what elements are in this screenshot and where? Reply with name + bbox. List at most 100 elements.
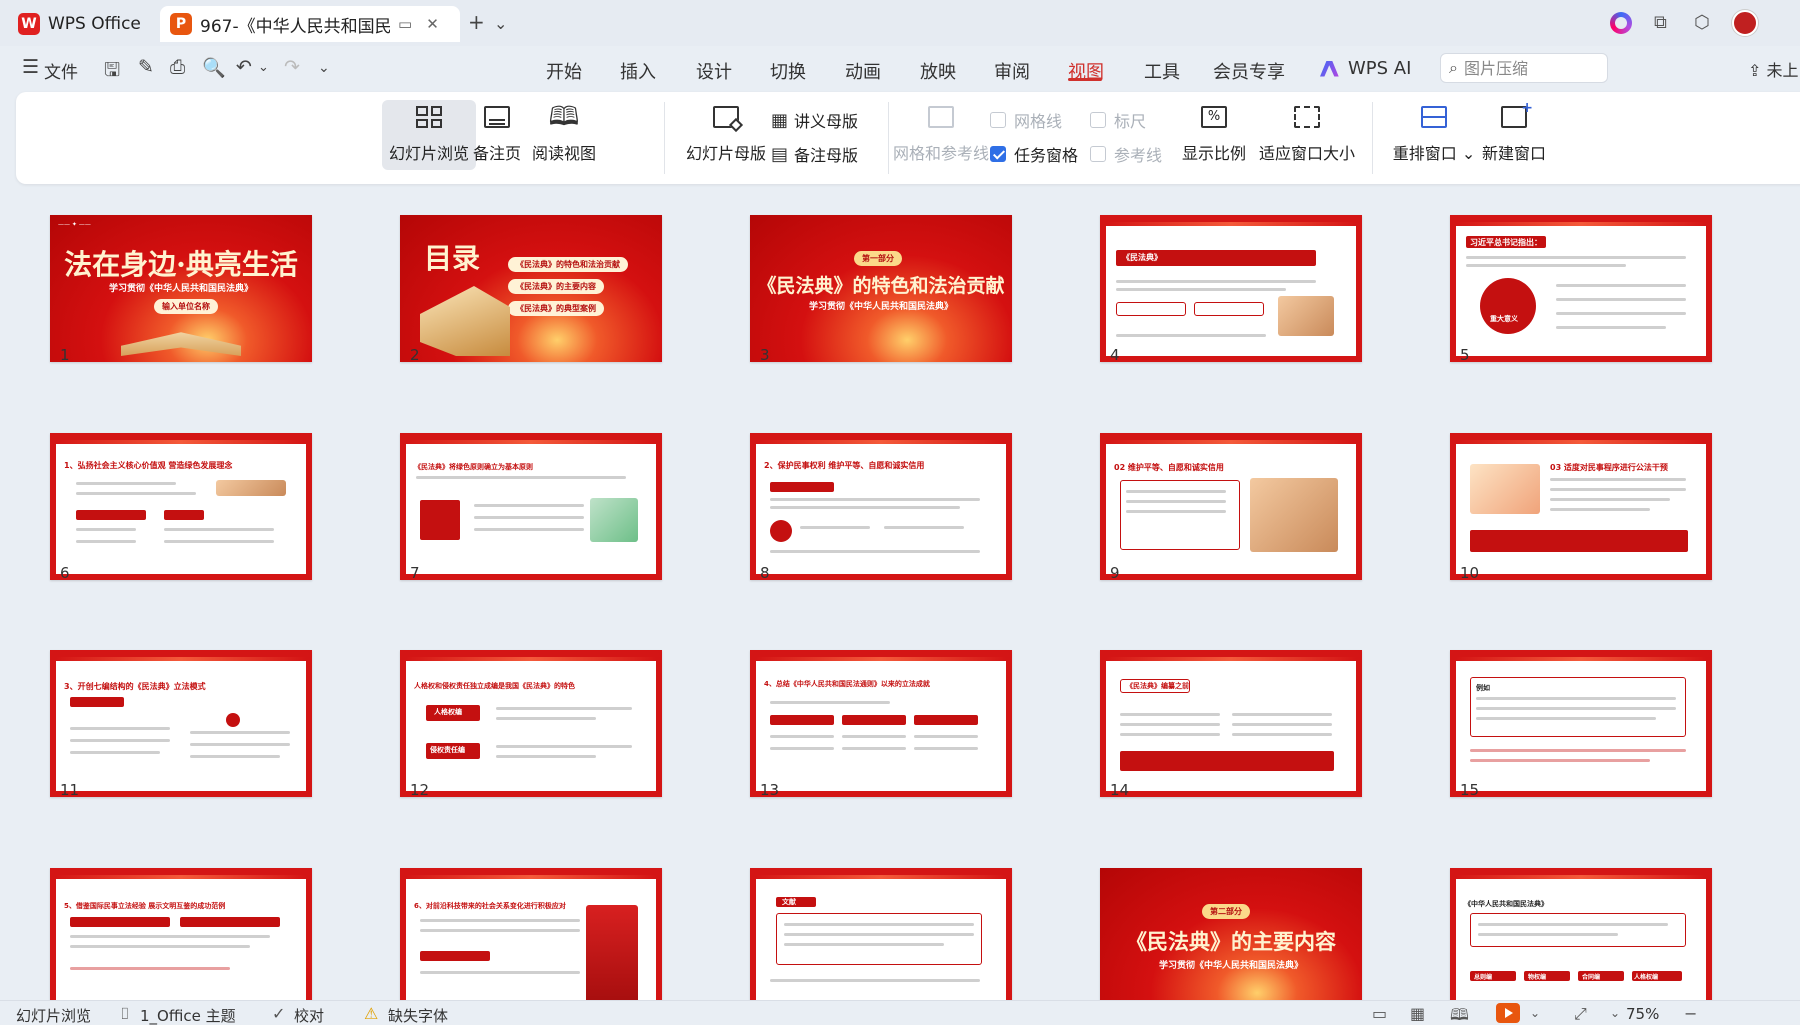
print-preview-icon[interactable]: 🔍: [202, 56, 226, 79]
slide-thumbnail-10[interactable]: 03 适度对民事程序进行公法干预: [1450, 433, 1712, 580]
ruler-check[interactable]: [1090, 112, 1106, 128]
gridlines-check[interactable]: [990, 112, 1006, 128]
tab-insert[interactable]: 插入: [620, 58, 656, 84]
play-dropdown-icon[interactable]: ⌄: [1530, 1006, 1540, 1020]
slide-thumbnail-6[interactable]: 1、弘扬社会主义核心价值观 营造绿色发展理念: [50, 433, 312, 580]
slide-sorter-status-icon[interactable]: ▦: [1410, 1004, 1425, 1023]
slide-thumbnail-19[interactable]: 第二部分 《民法典》的主要内容 学习贯彻《中华人民共和国民法典》: [1100, 868, 1362, 1000]
guides-checkbox[interactable]: 参考线: [1090, 142, 1162, 166]
zoom-out-icon[interactable]: −: [1684, 1004, 1697, 1023]
new-tab-button[interactable]: +: [468, 10, 485, 34]
hamburger-menu-icon[interactable]: ☰: [22, 56, 39, 78]
tab-slideshow[interactable]: 放映: [920, 58, 956, 84]
slide-thumbnail-5[interactable]: 习近平总书记指出： 重大意义: [1450, 215, 1712, 362]
quick-access-dropdown-icon[interactable]: ⌄: [318, 60, 330, 76]
missing-font-button[interactable]: 缺失字体: [388, 1005, 448, 1025]
grid-guides-button[interactable]: 网格和参考线: [886, 102, 996, 164]
slide-thumbnail-3[interactable]: 第一部分 《民法典》的特色和法治贡献 学习贯彻《中华人民共和国民法典》: [750, 215, 1012, 362]
task-pane-checkbox[interactable]: 任务窗格: [990, 142, 1078, 166]
slide-heading: 习近平总书记指出：: [1470, 238, 1542, 247]
zoom-level[interactable]: 75%: [1626, 1005, 1659, 1023]
notes-master-button[interactable]: ▤ 备注母版: [771, 142, 858, 166]
zoom-button[interactable]: % 显示比例: [1174, 102, 1254, 164]
tab-transition[interactable]: 切换: [770, 58, 806, 84]
wps-ai-logo-icon[interactable]: [1610, 12, 1632, 34]
tab-review[interactable]: 审阅: [994, 58, 1030, 84]
search-icon: ⌕: [1449, 58, 1458, 77]
view-mode-status: 幻灯片浏览: [16, 1007, 92, 1025]
slide-thumbnail-4[interactable]: 《民法典》: [1100, 215, 1362, 362]
slide-thumbnail-9[interactable]: 02 维护平等、自愿和诚实信用: [1100, 433, 1362, 580]
window-switch-icon[interactable]: ⧉: [1654, 12, 1667, 33]
tab-start[interactable]: 开始: [546, 58, 582, 84]
proof-button[interactable]: 校对: [294, 1005, 324, 1025]
tab-document[interactable]: P 967-《中华人民共和国民法典 ▭ ✕: [160, 6, 460, 42]
tab-list-dropdown-icon[interactable]: ⌄: [494, 14, 507, 33]
tab-member[interactable]: 会员专享: [1213, 58, 1285, 84]
slide-thumbnail-11[interactable]: 3、开创七编结构的《民法典》立法模式: [50, 650, 312, 797]
slide-thumbnail-8[interactable]: 2、保护民事权利 维护平等、自愿和诚实信用: [750, 433, 1012, 580]
zoom-dropdown-icon[interactable]: ⌄: [1610, 1006, 1620, 1020]
slide-pill: 输入单位名称: [154, 299, 218, 314]
slide-master-button[interactable]: 幻灯片母版: [681, 102, 771, 164]
slide-bar: [180, 917, 280, 927]
slide-number: 1: [60, 346, 70, 364]
slide-sorter-icon: [416, 106, 442, 128]
slide-bar: [70, 917, 170, 927]
tab-wps-home[interactable]: W WPS Office: [8, 6, 156, 42]
slide-thumbnail-17[interactable]: 6、对前沿科技带来的社会关系变化进行积极应对: [400, 868, 662, 1000]
slide-tag: —— ✦ ——: [58, 221, 91, 228]
slide-thumbnail-16[interactable]: 5、借鉴国际民事立法经验 展示文明互鉴的成功范例: [50, 868, 312, 1000]
tab-tools[interactable]: 工具: [1144, 58, 1180, 84]
slide-heading: 1、弘扬社会主义核心价值观 营造绿色发展理念: [64, 461, 233, 470]
monitor-icon[interactable]: ▭: [398, 15, 412, 33]
save-icon[interactable]: 🖫: [104, 56, 120, 88]
handout-master-button[interactable]: ▦ 讲义母版: [771, 108, 858, 132]
zoom-percent-icon: %: [1201, 106, 1227, 128]
slide-thumbnail-1[interactable]: —— ✦ —— 法在身边·典亮生活 学习贯彻《中华人民共和国民法典》 输入单位名…: [50, 215, 312, 362]
wps-ai-label: WPS AI: [1348, 58, 1412, 79]
slide-thumbnail-18[interactable]: 文献: [750, 868, 1012, 1000]
arrange-windows-button[interactable]: 重排窗口 ⌄: [1392, 102, 1476, 164]
ribbon-separator: [1372, 102, 1373, 174]
slide-heading: 4、总结《中华人民共和国民法通则》以来的立法成就: [764, 680, 930, 688]
cube-icon[interactable]: ⬡: [1694, 12, 1710, 33]
play-slideshow-button[interactable]: [1496, 1003, 1520, 1023]
ruler-checkbox[interactable]: 标尺: [1090, 108, 1146, 132]
slide-circle-label: 重大意义: [1490, 315, 1518, 323]
theme-status[interactable]: 1_Office 主题: [140, 1005, 236, 1025]
slide-thumbnail-20[interactable]: 《中华人民共和国民法典》 总则编 物权编 合同编 人格权编: [1450, 868, 1712, 1000]
new-window-button[interactable]: + 新建窗口: [1474, 100, 1554, 164]
normal-view-status-icon[interactable]: ▭: [1372, 1004, 1387, 1023]
slide-thumbnail-2[interactable]: 目录 《民法典》的特色和法治贡献 《民法典》的主要内容 《民法典》的典型案例: [400, 215, 662, 362]
slide-thumbnail-13[interactable]: 4、总结《中华人民共和国民法通则》以来的立法成就: [750, 650, 1012, 797]
user-avatar[interactable]: [1732, 10, 1758, 36]
tab-animation[interactable]: 动画: [845, 58, 881, 84]
slide-circle: [226, 713, 240, 727]
redo-icon[interactable]: ↷: [284, 56, 300, 78]
wps-logo-icon: W: [18, 13, 40, 35]
task-pane-check[interactable]: [990, 146, 1006, 162]
slide-thumbnail-7[interactable]: 《民法典》将绿色原则确立为基本原则: [400, 433, 662, 580]
undo-icon[interactable]: ↶: [236, 56, 252, 78]
slide-thumbnail-14[interactable]: 《民法典》编纂之前: [1100, 650, 1362, 797]
search-input[interactable]: [1463, 58, 1584, 78]
slide-thumbnail-15[interactable]: 例如: [1450, 650, 1712, 797]
slide-image: [216, 480, 286, 496]
slide-thumbnail-12[interactable]: 人格权和侵权责任独立成编是我国《民法典》的特色 人格权编 侵权责任编: [400, 650, 662, 797]
format-painter-icon[interactable]: ✎: [138, 56, 154, 78]
fit-window-button[interactable]: 适应窗口大小: [1252, 102, 1362, 164]
reading-view-status-icon[interactable]: 🕮: [1450, 1004, 1469, 1025]
cloud-sync-button[interactable]: ⇪ 未上: [1748, 57, 1799, 81]
undo-dropdown-icon[interactable]: ⌄: [258, 60, 269, 75]
search-box[interactable]: ⌕: [1440, 53, 1608, 83]
file-menu[interactable]: 文件: [44, 58, 78, 83]
reading-view-button[interactable]: 🕮 阅读视图: [524, 102, 604, 164]
gridlines-checkbox[interactable]: 网格线: [990, 108, 1062, 132]
fit-window-status-icon[interactable]: ⤢: [1574, 1004, 1587, 1024]
close-tab-icon[interactable]: ✕: [426, 15, 439, 33]
tab-design[interactable]: 设计: [696, 58, 732, 84]
wps-ai-button[interactable]: WPS AI: [1320, 58, 1411, 79]
guides-check[interactable]: [1090, 146, 1106, 162]
print-icon[interactable]: ⎙: [170, 56, 185, 78]
